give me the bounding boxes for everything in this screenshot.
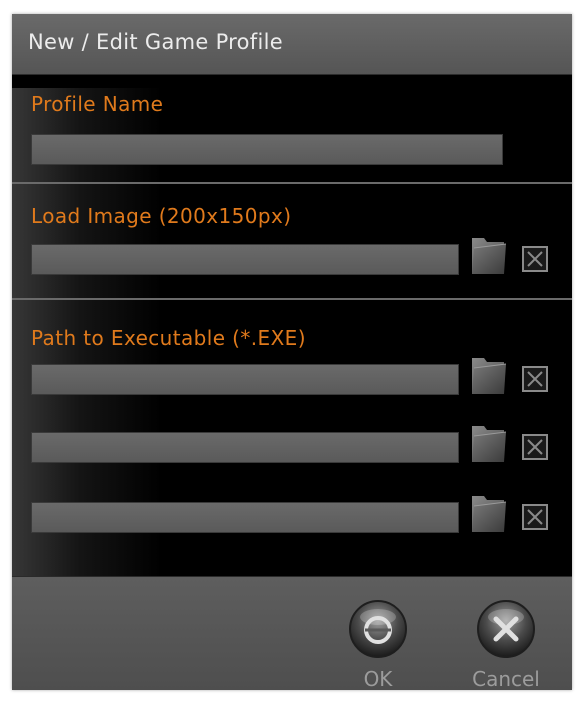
dialog-title: New / Edit Game Profile [28,30,283,54]
cancel-button-label: Cancel [472,667,540,690]
ok-button-label: OK [363,667,393,690]
executable-path-input-3[interactable] [31,502,459,533]
dialog-footer: OK Cancel [12,576,572,690]
clear-image-close-box-icon[interactable] [522,246,548,272]
browse-executable-2-folder-icon[interactable] [470,422,508,464]
profile-name-label: Profile Name [31,92,164,116]
image-path-input[interactable] [31,244,459,275]
browse-image-folder-icon[interactable] [470,234,508,276]
executable-path-input-1[interactable] [31,364,459,395]
profile-name-input[interactable] [31,134,503,165]
section-divider [12,298,572,300]
browse-executable-1-folder-icon[interactable] [470,354,508,396]
clear-executable-2-close-box-icon[interactable] [522,434,548,460]
game-profile-dialog: New / Edit Game Profile Profile Name Loa… [12,14,572,690]
load-image-label: Load Image (200x150px) [31,204,292,228]
x-icon [477,600,535,658]
ok-button[interactable] [348,599,408,659]
clear-executable-3-close-box-icon[interactable] [522,504,548,530]
cancel-button[interactable] [476,599,536,659]
browse-executable-3-folder-icon[interactable] [470,492,508,534]
section-divider [12,182,572,184]
circle-icon [349,600,407,658]
executable-path-input-2[interactable] [31,432,459,463]
clear-executable-1-close-box-icon[interactable] [522,366,548,392]
title-bar: New / Edit Game Profile [12,14,572,75]
executable-path-label: Path to Executable (*.EXE) [31,326,306,350]
